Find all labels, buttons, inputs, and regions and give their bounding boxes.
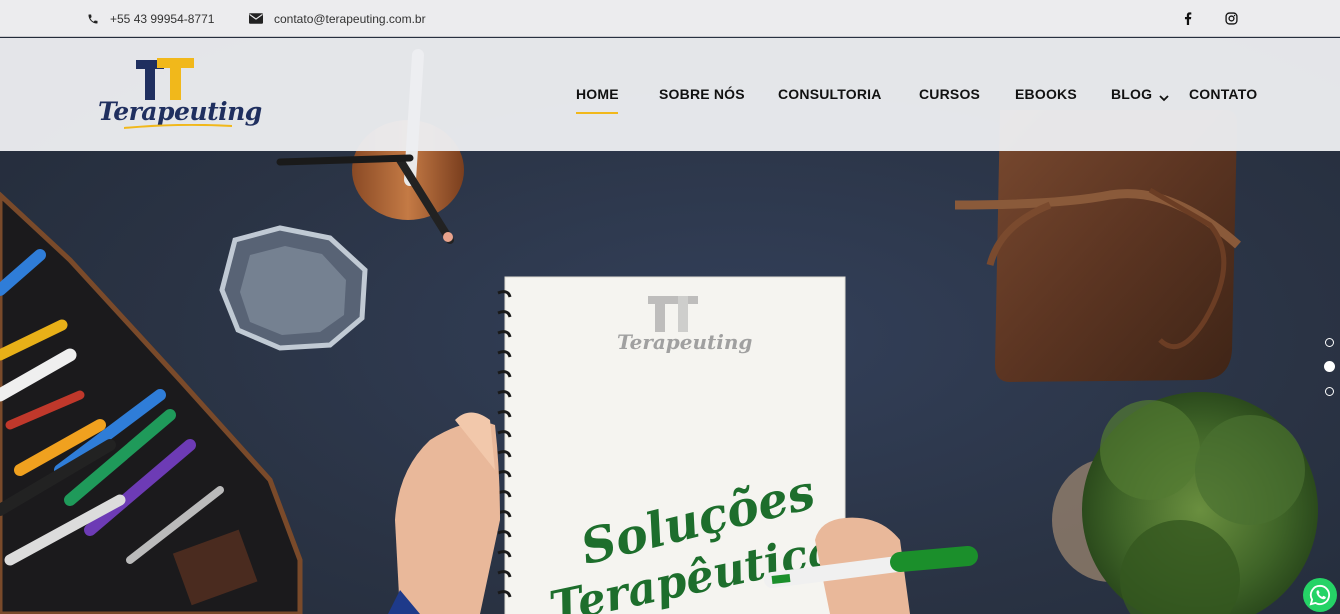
topbar-phone-text: +55 43 99954-8771 — [110, 11, 215, 26]
slider-pagination — [1324, 338, 1335, 400]
logo-mark — [136, 58, 194, 100]
site-logo[interactable]: Terapeuting — [98, 58, 262, 130]
slider-dot-2[interactable] — [1324, 361, 1335, 372]
topbar-email[interactable]: contato@terapeuting.com.br — [249, 0, 426, 37]
slider-dot-1[interactable] — [1325, 338, 1334, 347]
nav-item-contato[interactable]: CONTATO — [1189, 86, 1257, 102]
site-header: Terapeuting HOME SOBRE NÓS CONSULTORIA C… — [0, 38, 1340, 151]
nav-item-ebooks[interactable]: EBOOKS — [1015, 86, 1077, 102]
logo-swoosh — [124, 124, 232, 129]
notebook-logo-text: Terapeuting — [617, 330, 752, 354]
chevron-down-icon[interactable] — [1159, 89, 1169, 107]
logo-text: Terapeuting — [98, 97, 262, 126]
nav-item-home[interactable]: HOME — [576, 86, 619, 102]
instagram-icon[interactable] — [1225, 0, 1238, 37]
topbar-email-text: contato@terapeuting.com.br — [274, 11, 426, 26]
top-contact-bar: +55 43 99954-8771 contato@terapeuting.co… — [0, 0, 1340, 37]
nav-item-sobre-nos[interactable]: SOBRE NÓS — [659, 86, 745, 102]
phone-icon — [87, 13, 99, 25]
slider-dot-3[interactable] — [1325, 387, 1334, 396]
nav-item-consultoria[interactable]: CONSULTORIA — [778, 86, 882, 102]
nav-active-indicator — [576, 112, 618, 114]
facebook-icon[interactable] — [1184, 0, 1192, 37]
nav-item-blog[interactable]: BLOG — [1111, 86, 1152, 102]
envelope-icon — [249, 13, 263, 24]
whatsapp-icon[interactable] — [1303, 578, 1337, 612]
topbar-phone[interactable]: +55 43 99954-8771 — [87, 0, 214, 37]
nav-item-cursos[interactable]: CURSOS — [919, 86, 980, 102]
